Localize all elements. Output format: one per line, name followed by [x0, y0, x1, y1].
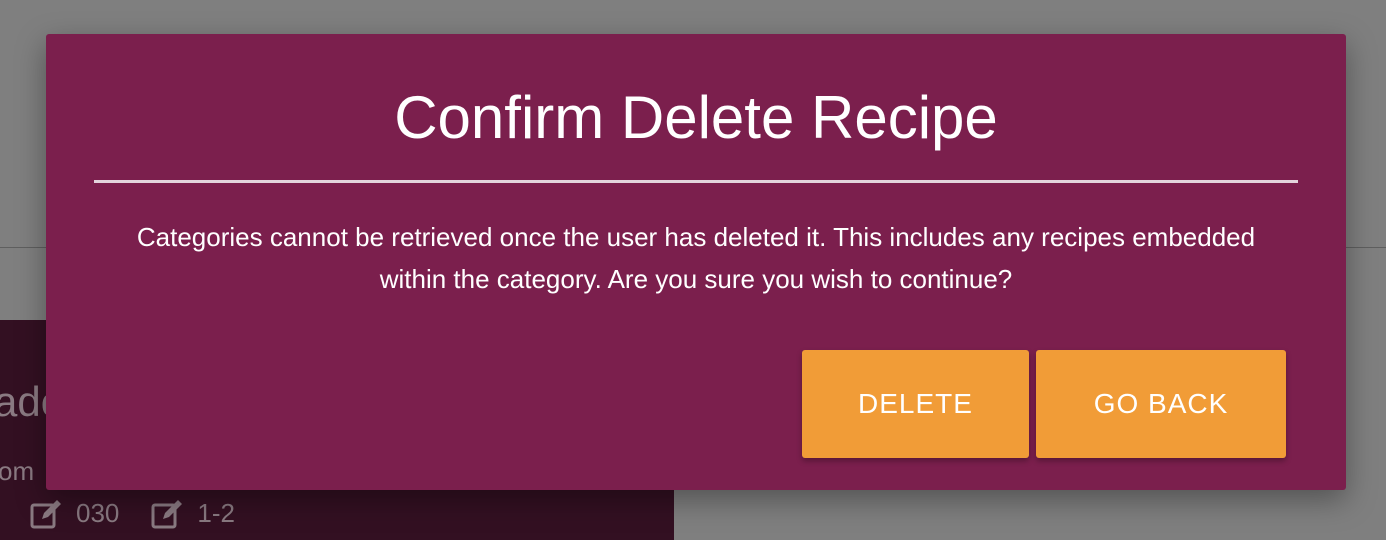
delete-button[interactable]: DELETE	[802, 350, 1029, 458]
background-card-subtitle: om	[0, 456, 35, 486]
go-back-button[interactable]: GO BACK	[1036, 350, 1286, 458]
modal-message: Categories cannot be retrieved once the …	[136, 222, 1256, 294]
meta-item: 1-2	[151, 498, 235, 529]
meta-value: 030	[76, 498, 120, 528]
edit-icon	[30, 499, 62, 529]
edit-icon	[151, 499, 183, 529]
meta-item: 030	[30, 498, 119, 529]
confirm-delete-modal: Confirm Delete Recipe Categories cannot …	[46, 34, 1346, 490]
meta-value: 1-2	[197, 498, 235, 528]
background-card-meta: 030 1-2	[30, 498, 255, 529]
modal-divider	[94, 180, 1298, 183]
modal-title: Confirm Delete Recipe	[394, 84, 998, 151]
